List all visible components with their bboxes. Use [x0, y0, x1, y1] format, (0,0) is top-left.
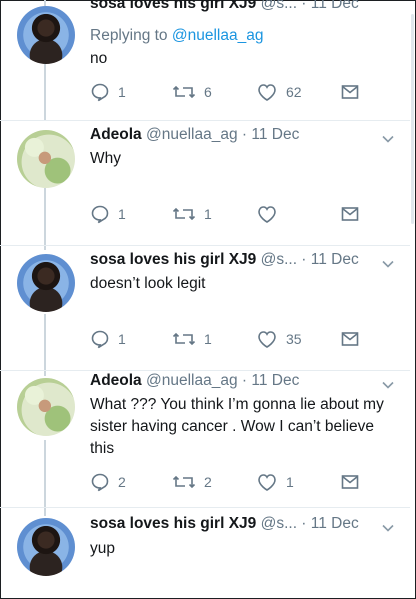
heart-icon	[258, 331, 276, 348]
envelope-icon	[341, 85, 359, 99]
heart-icon	[258, 206, 276, 223]
avatar[interactable]	[17, 254, 75, 312]
handle[interactable]: @s...	[261, 0, 297, 12]
retweet-count: 6	[204, 84, 212, 100]
retweet-button[interactable]: 6	[172, 81, 212, 103]
reply-count: 1	[118, 84, 126, 100]
tweet[interactable]: sosa loves his girl XJ9 @s... · 11 Dec d…	[0, 246, 410, 370]
display-name[interactable]: Adeola	[90, 126, 142, 143]
reply-to-handle[interactable]: @nuellaa_ag	[172, 27, 264, 44]
envelope-icon	[341, 207, 359, 221]
like-button[interactable]	[256, 203, 286, 225]
chevron-down-icon[interactable]	[380, 520, 396, 536]
display-name[interactable]: Adeola	[90, 372, 142, 389]
reply-button[interactable]: 1	[90, 203, 126, 225]
reply-icon	[91, 330, 109, 349]
separator: ·	[297, 0, 311, 12]
separator: ·	[297, 515, 311, 532]
like-count: 35	[286, 331, 302, 347]
tweet-date[interactable]: 11 Dec	[311, 251, 359, 268]
like-button[interactable]: 62	[256, 81, 302, 103]
tweet-date[interactable]: 11 Dec	[311, 515, 359, 532]
reply-icon	[91, 83, 109, 102]
chevron-down-icon[interactable]	[380, 131, 396, 147]
heart-icon	[258, 84, 276, 101]
tweet-actions: 1 1	[90, 203, 370, 225]
tweet-header: sosa loves his girl XJ9 @s... · 11 Dec	[90, 0, 370, 17]
tweet-actions: 1 1 35	[90, 328, 370, 350]
separator: ·	[297, 251, 311, 268]
retweet-icon	[172, 207, 196, 221]
display-name[interactable]: sosa loves his girl XJ9	[90, 0, 256, 12]
avatar[interactable]	[17, 518, 75, 576]
tweet-header: sosa loves his girl XJ9 @s... · 11 Dec	[90, 251, 370, 273]
envelope-icon	[341, 332, 359, 346]
tweet-text: What ??? You think I’m gonna lie about m…	[90, 396, 384, 457]
like-count: 62	[286, 84, 302, 100]
avatar[interactable]	[17, 6, 75, 64]
chevron-down-icon[interactable]	[380, 377, 396, 393]
replying-to-label: Replying to	[90, 27, 172, 44]
direct-message-button[interactable]	[340, 328, 360, 350]
retweet-count: 1	[204, 331, 212, 347]
reply-button[interactable]: 1	[90, 81, 126, 103]
tweet-actions: 2 2 1	[90, 471, 370, 493]
handle[interactable]: @s...	[261, 515, 297, 532]
handle[interactable]: @s...	[261, 251, 297, 268]
direct-message-button[interactable]	[340, 203, 360, 225]
retweet-button[interactable]: 1	[172, 328, 212, 350]
tweet-actions: 1 6 62	[90, 81, 370, 103]
reply-icon	[91, 473, 109, 492]
tweet[interactable]: Adeola @nuellaa_ag · 11 Dec What ??? You…	[0, 371, 410, 507]
tweet-header: Adeola @nuellaa_ag · 11 Dec	[90, 126, 370, 148]
separator: ·	[237, 372, 252, 389]
tweet[interactable]: Adeola @nuellaa_ag · 11 Dec Why 1 1	[0, 121, 410, 245]
chevron-down-icon[interactable]	[380, 256, 396, 272]
tweet[interactable]: sosa loves his girl XJ9 @s... · 11 Dec R…	[0, 0, 410, 120]
tweet-date[interactable]: 11 Dec	[311, 0, 359, 12]
display-name[interactable]: sosa loves his girl XJ9	[90, 251, 256, 268]
retweet-icon	[172, 475, 196, 489]
reply-icon	[91, 205, 109, 224]
avatar[interactable]	[17, 130, 75, 188]
tweet-text: Why	[90, 150, 121, 167]
reply-button[interactable]: 2	[90, 471, 126, 493]
heart-icon	[258, 474, 276, 491]
reply-count: 1	[118, 206, 126, 222]
like-button[interactable]: 1	[256, 471, 294, 493]
separator: ·	[237, 126, 252, 143]
retweet-button[interactable]: 2	[172, 471, 212, 493]
envelope-icon	[341, 475, 359, 489]
tweet-header: Adeola @nuellaa_ag · 11 Dec	[90, 372, 370, 394]
tweet[interactable]: sosa loves his girl XJ9 @s... · 11 Dec y…	[0, 508, 410, 598]
tweet-text: yup	[90, 540, 115, 557]
tweet-date[interactable]: 11 Dec	[251, 372, 299, 389]
reply-context: Replying to @nuellaa_ag	[90, 25, 388, 47]
handle[interactable]: @nuellaa_ag	[146, 372, 238, 389]
tweet-header: sosa loves his girl XJ9 @s... · 11 Dec	[90, 515, 370, 537]
retweet-count: 2	[204, 474, 212, 490]
tweet-date[interactable]: 11 Dec	[251, 126, 299, 143]
retweet-count: 1	[204, 206, 212, 222]
scrollbar[interactable]	[411, 14, 414, 224]
retweet-button[interactable]: 1	[172, 203, 212, 225]
direct-message-button[interactable]	[340, 81, 360, 103]
retweet-icon	[172, 332, 196, 346]
reply-button[interactable]: 1	[90, 328, 126, 350]
tweet-text: no	[90, 50, 108, 67]
retweet-icon	[172, 85, 196, 99]
handle[interactable]: @nuellaa_ag	[146, 126, 238, 143]
reply-count: 2	[118, 474, 126, 490]
reply-count: 1	[118, 331, 126, 347]
like-button[interactable]: 35	[256, 328, 302, 350]
like-count: 1	[286, 474, 294, 490]
tweet-text: doesn’t look legit	[90, 275, 206, 292]
avatar[interactable]	[17, 378, 75, 436]
display-name[interactable]: sosa loves his girl XJ9	[90, 515, 256, 532]
direct-message-button[interactable]	[340, 471, 360, 493]
